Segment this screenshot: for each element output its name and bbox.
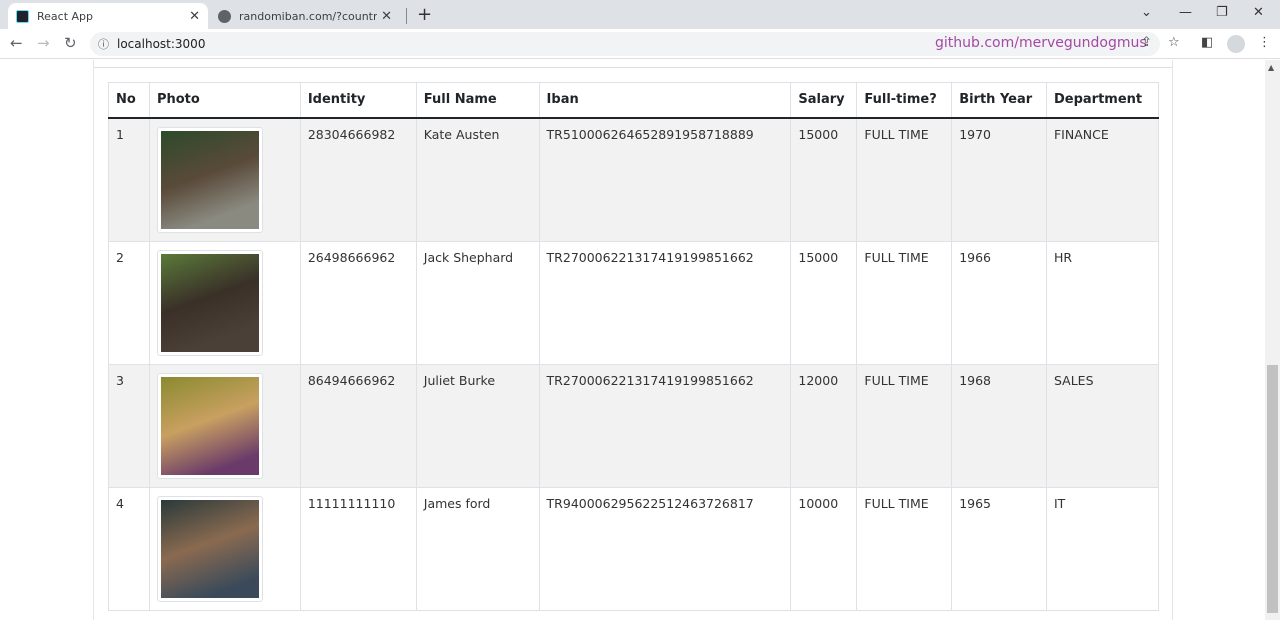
tab-randomiban[interactable]: randomiban.com/?country=Turkey ✕ — [210, 3, 400, 29]
table-row: 2 26498666962 Jack Shephard TR2700062213174… — [108, 240, 1160, 365]
header-birth-year: Birth Year — [951, 82, 1047, 119]
photo-image — [160, 376, 259, 475]
new-tab-button[interactable]: + — [417, 4, 432, 25]
cell-name: James ford — [415, 486, 540, 611]
header-full-name: Full Name — [415, 82, 540, 119]
cell-fulltime: FULL TIME — [856, 363, 953, 488]
photo-image — [160, 130, 259, 229]
cell-fulltime: FULL TIME — [856, 240, 953, 365]
cell-iban: TR510006264652891958718889 — [538, 117, 792, 242]
cell-salary: 15000 — [790, 240, 858, 365]
profile-avatar[interactable] — [1227, 35, 1245, 53]
tab-separator — [406, 8, 407, 24]
table-row: 4 11111111110 James ford TR9400062956225124… — [108, 486, 1160, 611]
scrollbar[interactable]: ▲ — [1265, 60, 1280, 620]
cell-no: 1 — [108, 117, 150, 242]
employee-photo — [156, 372, 263, 479]
table-row: 3 86494666962 Juliet Burke TR27000622131741… — [108, 363, 1160, 488]
photo-image — [160, 253, 259, 352]
cell-identity: 86494666962 — [299, 363, 417, 488]
tab-react-app[interactable]: React App ✕ — [8, 3, 208, 29]
cell-dept: IT — [1045, 486, 1160, 611]
browser-toolbar: ← → ↻ ⓘ localhost:3000 github.com/merveg… — [0, 29, 1280, 59]
globe-icon — [218, 9, 231, 23]
divider — [94, 67, 1172, 68]
tab-strip: React App ✕ randomiban.com/?country=Turk… — [0, 0, 1280, 29]
cell-photo — [148, 363, 301, 488]
minimize-button[interactable]: — — [1179, 5, 1192, 20]
employee-photo — [156, 249, 263, 356]
cell-name: Kate Austen — [415, 117, 540, 242]
cell-identity: 11111111110 — [299, 486, 417, 611]
cell-iban: TR940006295622512463726817 — [538, 486, 792, 611]
table-row: 1 28304666982 Kate Austen TR510006264652891… — [108, 117, 1160, 242]
url-text: localhost:3000 — [117, 37, 206, 51]
page-content: No Photo Identity Full Name Iban Salary … — [0, 60, 1265, 620]
cell-photo — [148, 117, 301, 242]
tab-search-icon[interactable]: ⌄ — [1141, 5, 1152, 20]
cell-birth: 1970 — [951, 117, 1047, 242]
header-department: Department — [1045, 82, 1160, 119]
cell-photo — [148, 486, 301, 611]
employee-photo — [156, 495, 263, 602]
photo-image — [160, 499, 259, 598]
cell-identity: 26498666962 — [299, 240, 417, 365]
share-icon[interactable]: ⇪ — [1141, 35, 1152, 50]
reload-icon[interactable]: ↻ — [64, 34, 77, 52]
info-icon[interactable]: ⓘ — [98, 36, 109, 52]
cell-birth: 1968 — [951, 363, 1047, 488]
cell-iban: TR270006221317419199851662 — [538, 240, 792, 365]
cell-fulltime: FULL TIME — [856, 117, 953, 242]
cell-no: 4 — [108, 486, 150, 611]
header-photo: Photo — [148, 82, 301, 119]
table-header-row: No Photo Identity Full Name Iban Salary … — [108, 82, 1160, 119]
overlay-text: github.com/mervegundogmus — [935, 35, 1147, 51]
header-identity: Identity — [299, 82, 417, 119]
cell-salary: 10000 — [790, 486, 858, 611]
cell-no: 3 — [108, 363, 150, 488]
scroll-up-icon[interactable]: ▲ — [1268, 63, 1274, 72]
cell-birth: 1965 — [951, 486, 1047, 611]
cell-photo — [148, 240, 301, 365]
header-no: No — [108, 82, 150, 119]
card: No Photo Identity Full Name Iban Salary … — [93, 60, 1173, 620]
back-icon[interactable]: ← — [10, 34, 23, 52]
tab-title: React App — [37, 9, 94, 23]
maximize-button[interactable]: ❐ — [1216, 5, 1228, 20]
employee-photo — [156, 126, 263, 233]
cell-name: Jack Shephard — [415, 240, 540, 365]
close-tab-icon[interactable]: ✕ — [381, 9, 392, 24]
cell-dept: FINANCE — [1045, 117, 1160, 242]
cell-fulltime: FULL TIME — [856, 486, 953, 611]
close-tab-icon[interactable]: ✕ — [189, 9, 200, 24]
cell-iban: TR270006221317419199851662 — [538, 363, 792, 488]
cell-birth: 1966 — [951, 240, 1047, 365]
employee-table: No Photo Identity Full Name Iban Salary … — [108, 82, 1160, 611]
cell-dept: HR — [1045, 240, 1160, 365]
scrollbar-thumb[interactable] — [1267, 365, 1278, 613]
menu-icon[interactable]: ⋮ — [1258, 35, 1271, 50]
close-window-button[interactable]: ✕ — [1253, 5, 1264, 20]
cell-salary: 12000 — [790, 363, 858, 488]
side-panel-icon[interactable]: ◧ — [1201, 35, 1213, 50]
cell-name: Juliet Burke — [415, 363, 540, 488]
cell-no: 2 — [108, 240, 150, 365]
header-full-time: Full-time? — [856, 82, 953, 119]
cell-salary: 15000 — [790, 117, 858, 242]
bookmark-star-icon[interactable]: ☆ — [1168, 35, 1180, 50]
react-icon — [16, 9, 29, 23]
tab-title: randomiban.com/?country=Turkey — [239, 9, 378, 23]
cell-dept: SALES — [1045, 363, 1160, 488]
header-iban: Iban — [538, 82, 792, 119]
forward-icon[interactable]: → — [37, 34, 50, 52]
cell-identity: 28304666982 — [299, 117, 417, 242]
header-salary: Salary — [790, 82, 858, 119]
